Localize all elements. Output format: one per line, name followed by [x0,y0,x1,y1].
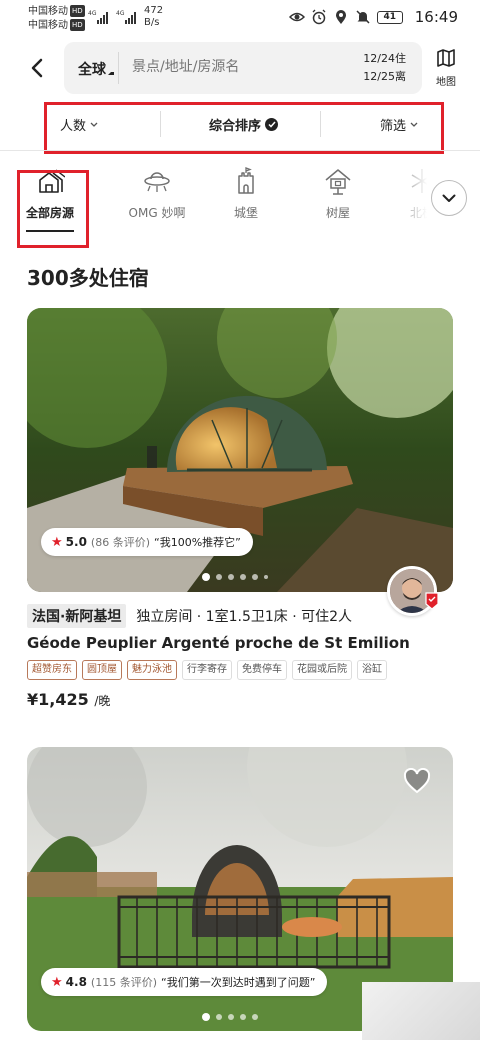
blurred-overlay [362,982,480,1040]
divider [118,52,119,84]
mute-icon [356,10,370,24]
signal-icon: 4G [116,10,136,24]
network-speed: 472 B/s [144,5,164,28]
map-icon [437,49,455,67]
chevron-down-icon [410,122,418,127]
caret-icon [108,72,114,75]
amenity-tag: 超赞房东 [27,660,77,680]
room-details: 独立房间 · 1室1.5卫1床 · 可住2人 [136,609,353,625]
signal-icon: 4G [88,10,108,24]
listing-meta: 法国·新阿基坦 独立房间 · 1室1.5卫1床 · 可住2人 [27,604,352,628]
treehouse-icon [325,169,351,195]
search-bar[interactable]: 全球 12/24住 12/25离 [64,42,422,94]
photo-pager[interactable] [202,573,268,581]
region-selector[interactable]: 全球 [78,59,106,79]
amenity-tag: 免费停车 [237,660,287,680]
star-icon: ★ [51,534,63,550]
amenity-tag: 浴缸 [357,660,387,680]
checkin-date: 12/24住 [363,52,406,65]
favorite-heart-icon[interactable] [403,768,431,794]
superhost-badge-icon [425,592,439,610]
category-treehouse[interactable]: 树屋 [320,166,356,221]
divider [320,111,321,137]
search-input[interactable] [132,59,302,75]
location-icon [335,10,346,24]
star-icon: ★ [51,974,63,990]
listing-title[interactable]: Géode Peuplier Argenté proche de St Emil… [27,634,410,652]
map-label: 地图 [436,77,456,88]
back-button[interactable] [22,52,54,84]
amenity-tag: 行李寄存 [182,660,232,680]
expand-categories-button[interactable] [431,180,467,216]
svg-text:4G: 4G [88,10,97,17]
divider [0,150,480,151]
divider [160,111,161,137]
amenity-tags: 超赞房东 圆顶屋 魅力泳池 行李寄存 免费停车 花园或后院 浴缸 [27,660,387,680]
eye-icon [288,12,305,22]
carrier-1: 中国移动 HD [28,5,85,17]
listing-price: ¥1,425 /晚 [27,690,111,709]
chevron-down-icon [442,194,456,202]
sort-selector[interactable]: 综合排序 [209,115,279,134]
battery-indicator: 41 [376,10,403,24]
amenity-tag: 魅力泳池 [127,660,177,680]
category-castle[interactable]: 城堡 [228,166,264,221]
filter-bar-highlight: 人数 综合排序 筛选 [44,102,444,154]
svg-text:4G: 4G [116,10,125,17]
category-omg[interactable]: OMG 妙啊 [120,166,194,221]
checkout-date: 12/25离 [363,70,406,83]
castle-icon [238,167,254,194]
date-selector[interactable]: 12/24住 12/25离 [363,50,406,86]
rating-badge: ★ 5.0 (86 条评价) “我100%推荐它” [41,528,253,556]
amenity-tag: 圆顶屋 [82,660,122,680]
carrier-2: 中国移动 HD [28,19,85,31]
people-filter[interactable]: 人数 [60,115,98,134]
ufo-icon [144,172,170,192]
filter-button[interactable]: 筛选 [380,115,418,134]
amenity-tag: 花园或后院 [292,660,352,680]
chevron-down-icon [90,122,98,127]
results-count: 300多处住宿 [27,266,149,290]
chevron-left-icon [31,58,43,78]
category-highlight-box [17,170,89,248]
check-icon [265,118,279,131]
rating-badge: ★ 4.8 (115 条评价) “我们第一次到达时遇到了问题” [41,968,328,996]
photo-pager[interactable] [202,1013,258,1021]
clock: 16:49 [414,8,458,26]
location-tag: 法国·新阿基坦 [27,604,127,628]
alarm-icon [312,9,326,25]
status-bar: 中国移动 HD 中国移动 HD 4G 4G 472 B/s 41 16:49 [0,0,480,36]
map-button[interactable]: 地图 [430,48,462,90]
